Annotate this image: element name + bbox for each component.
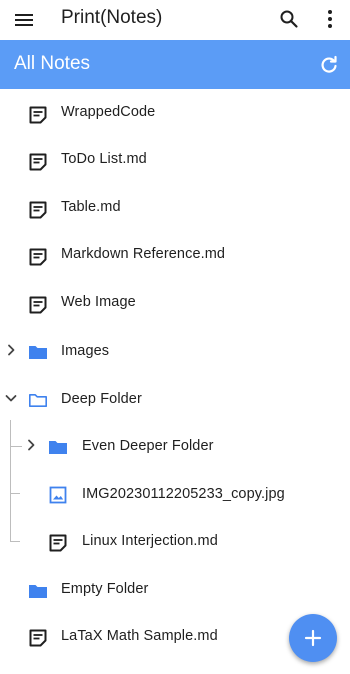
item-name: WrappedCode xyxy=(61,104,156,120)
more-vert-icon[interactable] xyxy=(320,8,340,30)
list-item-note[interactable]: ToDo List.md xyxy=(0,137,350,183)
list-item-folder[interactable]: Deep Folder xyxy=(0,375,350,421)
app-title: Print(Notes) xyxy=(61,7,163,28)
list-item-note[interactable]: Table.md xyxy=(0,185,350,231)
folder-icon xyxy=(29,346,47,359)
list-item-folder[interactable]: Even Deeper Folder xyxy=(0,422,350,468)
item-name: Deep Folder xyxy=(61,391,142,407)
note-icon xyxy=(29,153,47,171)
item-name: LaTaX Math Sample.md xyxy=(61,628,218,644)
all-notes-label: All Notes xyxy=(14,53,91,74)
note-icon xyxy=(29,296,47,314)
list-item-note[interactable]: Web Image xyxy=(0,280,350,326)
folder-icon xyxy=(29,585,47,598)
item-name: Images xyxy=(61,343,110,359)
search-icon[interactable] xyxy=(278,8,300,30)
item-name: ToDo List.md xyxy=(61,151,147,167)
item-name: Linux Interjection.md xyxy=(82,533,218,549)
note-icon xyxy=(29,629,47,647)
item-name: Web Image xyxy=(61,294,136,310)
image-icon xyxy=(49,486,67,504)
chevron-down-icon[interactable] xyxy=(4,391,18,405)
add-button[interactable] xyxy=(289,614,337,662)
item-name: Table.md xyxy=(61,199,121,215)
item-name: Markdown Reference.md xyxy=(61,246,226,262)
item-name: Empty Folder xyxy=(61,581,149,597)
note-icon xyxy=(49,534,67,552)
list-item-folder[interactable]: Images xyxy=(0,327,350,373)
list-item-folder[interactable]: Empty Folder xyxy=(0,565,350,611)
note-icon xyxy=(29,248,47,266)
list-item-note[interactable]: WrappedCode xyxy=(0,90,350,136)
item-name: Even Deeper Folder xyxy=(82,438,214,454)
chevron-right-icon[interactable] xyxy=(4,343,18,357)
folder-open-icon xyxy=(29,394,47,407)
list-item-image[interactable]: IMG20230112205233_copy.jpg xyxy=(0,470,350,516)
refresh-icon[interactable] xyxy=(318,54,340,76)
add-icon xyxy=(304,629,322,647)
item-name: IMG20230112205233_copy.jpg xyxy=(82,486,285,502)
note-icon xyxy=(29,201,47,219)
section-banner: All Notes xyxy=(0,40,350,89)
folder-icon xyxy=(49,441,67,454)
chevron-right-icon[interactable] xyxy=(24,438,38,452)
list-item-note[interactable]: Markdown Reference.md xyxy=(0,232,350,278)
list-item-note[interactable]: Linux Interjection.md xyxy=(0,517,350,563)
app-bar: Print(Notes) xyxy=(0,0,350,40)
menu-icon[interactable] xyxy=(14,10,34,30)
note-icon xyxy=(29,106,47,124)
